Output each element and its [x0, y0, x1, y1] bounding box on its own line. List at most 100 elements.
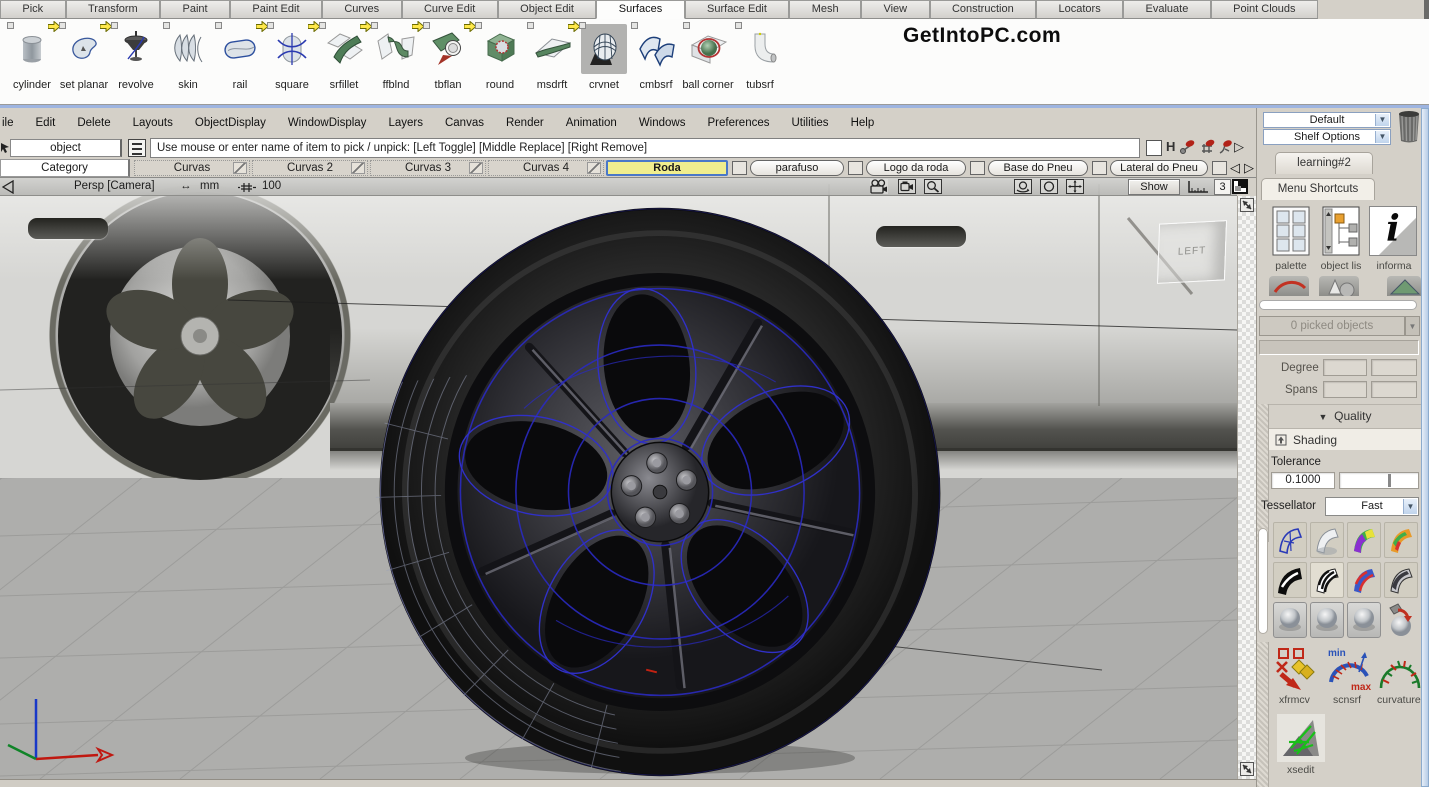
tool-checkbox[interactable] — [475, 22, 482, 29]
trash-can-icon[interactable] — [1396, 108, 1422, 144]
stage-tab-logo-da-roda[interactable]: Logo da roda — [866, 160, 966, 176]
perspective-camera-icon[interactable] — [870, 179, 888, 194]
shelf-select[interactable]: Default▼ — [1263, 112, 1391, 128]
pick-filter-select[interactable]: object — [10, 139, 122, 157]
tool-checkbox[interactable] — [735, 22, 742, 29]
tool-round[interactable]: round — [474, 21, 526, 103]
clipped-tool-icon[interactable] — [1387, 276, 1421, 296]
xsedit-tool[interactable]: xsedit — [1277, 714, 1325, 765]
tolerance-field[interactable]: 0.1000 — [1271, 472, 1335, 489]
history-button[interactable]: H — [1166, 139, 1175, 154]
shelf-tab-paint[interactable]: Paint — [160, 0, 230, 19]
scnsrf-tool[interactable]: minmax scnsrf — [1325, 646, 1373, 695]
patch-evaluate-button[interactable] — [1347, 522, 1381, 558]
tumble-tool-icon[interactable] — [1014, 179, 1032, 194]
curvature-tool[interactable]: curvature — [1377, 646, 1423, 695]
layer-checkbox[interactable] — [732, 161, 747, 175]
quality-section-header[interactable]: ▼ Quality — [1269, 404, 1421, 426]
menu-file[interactable]: ile — [0, 117, 25, 129]
resize-corner-icon[interactable] — [1240, 762, 1254, 776]
menu-edit[interactable]: Edit — [25, 117, 67, 129]
picked-objects-dropdown[interactable]: 0 picked objects — [1259, 316, 1405, 336]
sphere-shade-button[interactable] — [1310, 602, 1344, 638]
snap-to-point-icon[interactable] — [1178, 139, 1196, 156]
viewport-title[interactable]: Persp [Camera] — [74, 180, 155, 192]
stage-corner-icon[interactable] — [233, 162, 247, 174]
shelf-tab-pick[interactable]: Pick — [0, 0, 66, 19]
grid-spacing-value[interactable]: 100 — [262, 180, 281, 192]
stage-tab-lateral-do-pneu[interactable]: Lateral do Pneu — [1110, 160, 1208, 176]
menu-layers[interactable]: Layers — [377, 117, 434, 129]
tool-checkbox[interactable] — [215, 22, 222, 29]
spans-field-2[interactable] — [1371, 381, 1417, 398]
shelf-tab-surfaces[interactable]: Surfaces — [596, 0, 684, 19]
shelf-tab-curves[interactable]: Curves — [322, 0, 402, 19]
menu-delete[interactable]: Delete — [66, 117, 121, 129]
sphere-shade-button[interactable] — [1347, 602, 1381, 638]
perspective-viewport[interactable]: LEFT Persp [Camera] ↔ mm 100 Show 3 — [0, 178, 1237, 779]
tool-checkbox[interactable] — [319, 22, 326, 29]
stage-tab-roda-active[interactable]: Roda — [606, 160, 728, 176]
palette-scrollbar[interactable] — [1259, 300, 1417, 310]
information-tool[interactable]: i informa — [1369, 206, 1419, 258]
tool-checkbox[interactable] — [163, 22, 170, 29]
tool-rail[interactable]: rail — [214, 21, 266, 103]
blue-stripe-shade-button[interactable] — [1347, 562, 1381, 598]
stage-tab-base-do-pneu[interactable]: Base do Pneu — [988, 160, 1088, 176]
assign-shader-button[interactable] — [1384, 602, 1418, 638]
shelf-tab-view[interactable]: View — [861, 0, 929, 19]
shelf-tab-transform[interactable]: Transform — [66, 0, 161, 19]
chrome-shade-button[interactable] — [1384, 562, 1418, 598]
chevron-down-icon[interactable]: ▼ — [1403, 499, 1417, 514]
shading-grid-scrollbar[interactable] — [1258, 528, 1268, 634]
tab-menu-shortcuts[interactable]: Menu Shortcuts — [1261, 178, 1375, 200]
shelf-tab-mesh[interactable]: Mesh — [789, 0, 861, 19]
snap-to-curve-icon[interactable] — [1216, 139, 1234, 156]
menu-utilities[interactable]: Utilities — [781, 117, 840, 129]
tool-srfillet[interactable]: srfillet — [318, 21, 370, 103]
tool-checkbox[interactable] — [371, 22, 378, 29]
viewport-units[interactable]: mm — [200, 180, 219, 192]
category-select[interactable]: Category — [0, 159, 130, 177]
prompt-color-box[interactable] — [1146, 140, 1162, 156]
stage-corner-icon[interactable] — [351, 162, 365, 174]
panel-scrollbar[interactable] — [1421, 108, 1429, 787]
stage-next-icon[interactable]: ▷ — [1244, 160, 1254, 176]
snap-to-grid-icon[interactable] — [1198, 139, 1216, 156]
shelf-tab-object-edit[interactable]: Object Edit — [498, 0, 597, 19]
zebra-shade-button[interactable] — [1310, 562, 1344, 598]
ruler-icon[interactable] — [1186, 180, 1210, 194]
tool-revolve[interactable]: revolve — [110, 21, 162, 103]
clipped-tool-icon[interactable] — [1269, 276, 1309, 296]
flat-shade-button[interactable] — [1310, 522, 1344, 558]
tab-learning-stage[interactable]: learning#2 — [1275, 152, 1373, 174]
clipped-tool-icon[interactable] — [1319, 276, 1359, 296]
tool-cylinder[interactable]: cylinder — [6, 21, 58, 103]
look-at-icon[interactable] — [1040, 179, 1058, 194]
sphere-shade-button[interactable] — [1273, 602, 1307, 638]
layer-checkbox[interactable] — [848, 161, 863, 175]
menu-help[interactable]: Help — [840, 117, 886, 129]
tool-crvnet-active[interactable]: crvnet — [578, 21, 630, 103]
menu-windowdisplay[interactable]: WindowDisplay — [277, 117, 378, 129]
camera-view-icon[interactable] — [898, 179, 916, 194]
chevron-down-icon[interactable]: ▼ — [1375, 131, 1389, 143]
tool-checkbox[interactable] — [527, 22, 534, 29]
menu-render[interactable]: Render — [495, 117, 555, 129]
stage-tab-curvas[interactable]: Curvas — [134, 160, 250, 176]
shelf-tab-point-clouds[interactable]: Point Clouds — [1211, 0, 1318, 19]
section-grip[interactable] — [1257, 642, 1269, 787]
xfrmcv-tool[interactable]: xfrmcv — [1273, 646, 1319, 695]
resize-corner-icon[interactable] — [1240, 198, 1254, 212]
menu-objectdisplay[interactable]: ObjectDisplay — [184, 117, 277, 129]
stripe-evaluate-button[interactable] — [1384, 522, 1418, 558]
slider-thumb[interactable] — [1388, 474, 1391, 487]
tool-msdrft[interactable]: msdrft — [526, 21, 578, 103]
tool-checkbox[interactable] — [111, 22, 118, 29]
menu-canvas[interactable]: Canvas — [434, 117, 495, 129]
chevron-down-icon[interactable]: ▼ — [1375, 114, 1389, 126]
tessellator-select[interactable]: Fast▼ — [1325, 497, 1419, 516]
shading-section-header[interactable]: Shading — [1269, 428, 1421, 450]
menu-preferences[interactable]: Preferences — [696, 117, 780, 129]
viewport-corner-icon[interactable] — [2, 180, 15, 194]
